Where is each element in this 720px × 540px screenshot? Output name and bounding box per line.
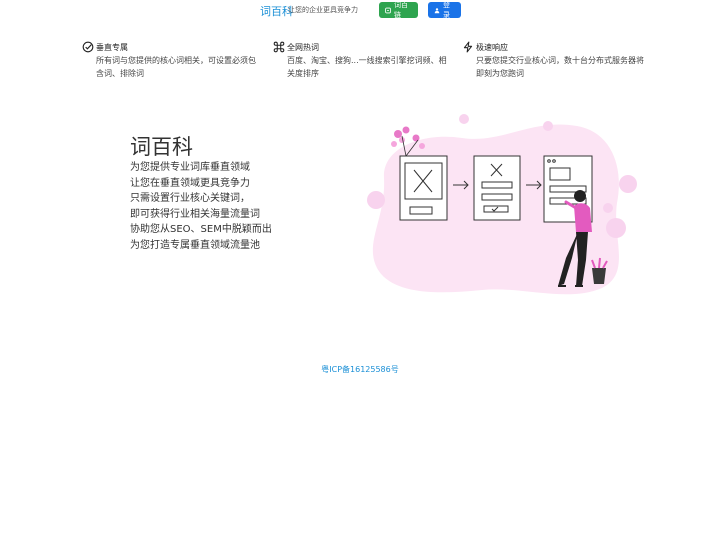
hero-title: 词百科 xyxy=(130,135,193,159)
deco-circle xyxy=(367,191,385,209)
feature-desc: 只要您提交行业核心词，数十台分布式服务器将即刻为您跑词 xyxy=(476,56,644,78)
deco-circle xyxy=(603,203,613,213)
deco-circle xyxy=(543,121,553,131)
check-circle-icon xyxy=(82,41,94,53)
hero-line: 协助您从SEO、SEM中脱颖而出 xyxy=(130,224,272,235)
feature-title: 极速响应 xyxy=(476,43,508,52)
feature-fast: 极速响应 只要您提交行业核心词，数十台分布式服务器将即刻为您跑词 xyxy=(463,41,646,80)
hero-line: 让您在垂直领域更具竞争力 xyxy=(130,177,250,189)
feature-hotwords: 全网热词 百度、淘宝、搜狗...一线搜索引擎挖词频、相关度排序 xyxy=(273,41,452,80)
workflow-illustration xyxy=(367,114,637,295)
icp-footer-link[interactable]: 粤ICP备16125586号 xyxy=(0,364,720,375)
brand-tagline: 让您的企业更具竞争力 xyxy=(288,6,358,14)
hero-line: 只需设置行业核心关键词， xyxy=(130,193,250,204)
deco-circle xyxy=(606,218,626,238)
feature-desc: 所有词与您提供的核心词相关，可设置必须包含词、排除词 xyxy=(96,56,256,78)
lightning-icon xyxy=(463,41,473,53)
feature-title: 全网热词 xyxy=(287,43,319,52)
login-button-label: 登录 xyxy=(443,1,450,19)
document-card-1 xyxy=(399,155,448,221)
deco-circle xyxy=(619,175,637,193)
feature-vertical: 垂直专属 所有词与您提供的核心词相关，可设置必须包含词、排除词 xyxy=(82,41,261,80)
login-button[interactable]: 登录 xyxy=(428,1,461,19)
top-navbar: 词百科 让您的企业更具竞争力 词百链 登录 xyxy=(0,0,720,20)
user-icon xyxy=(434,7,440,13)
hero-line: 即可获得行业相关海量流量词 xyxy=(130,208,260,220)
cibailian-button[interactable]: 词百链 xyxy=(379,1,418,19)
deco-circle xyxy=(459,114,469,124)
hero-lines: 为您提供专业词库垂直领域 让您在垂直领域更具竞争力 只需设置行业核心关键词， 即… xyxy=(130,160,272,253)
feature-desc: 百度、淘宝、搜狗...一线搜索引擎挖词频、相关度排序 xyxy=(287,56,447,78)
feature-title: 垂直专属 xyxy=(96,43,128,52)
document-card-2 xyxy=(473,155,521,221)
hero-line: 为您提供专业词库垂直领域 xyxy=(130,162,250,173)
link-icon xyxy=(385,7,391,13)
cibailian-button-label: 词百链 xyxy=(394,1,408,19)
hero-line: 为您打造专属垂直领域流量池 xyxy=(130,239,260,251)
command-icon xyxy=(273,41,285,53)
